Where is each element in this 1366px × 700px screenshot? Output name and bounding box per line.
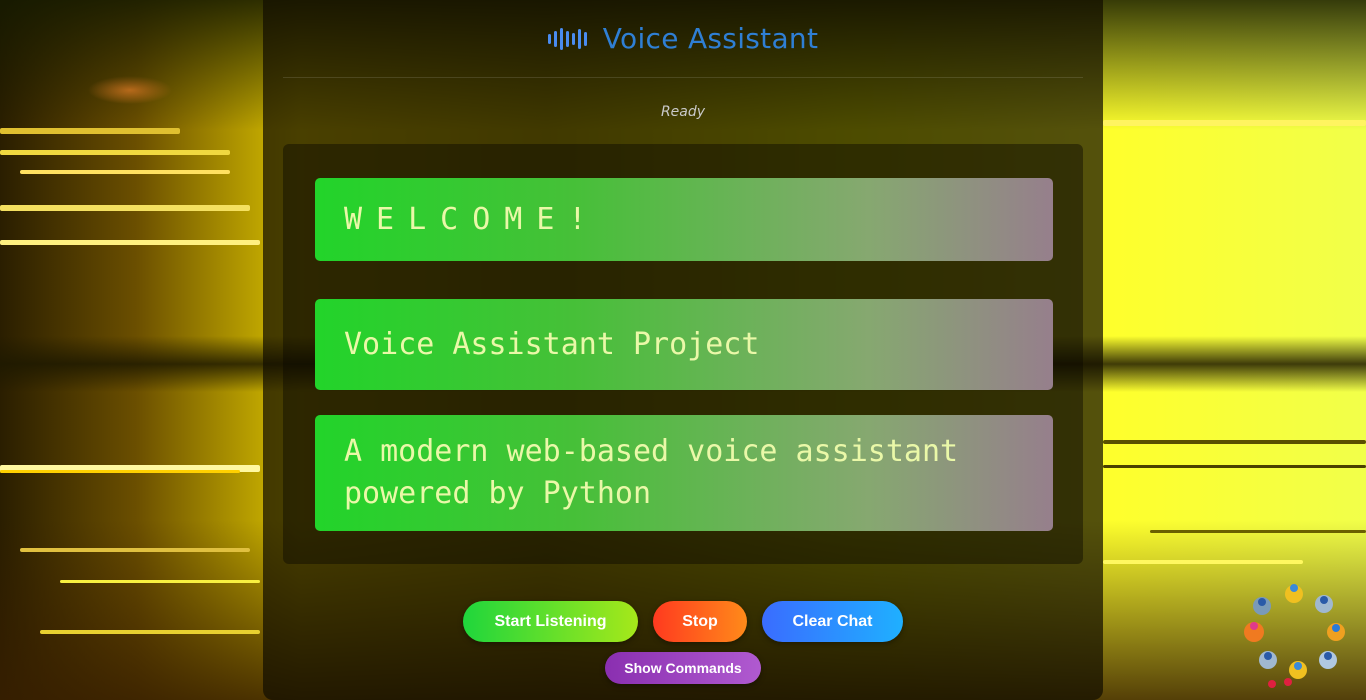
status-text: Ready bbox=[660, 104, 706, 120]
stop-button[interactable]: Stop bbox=[653, 601, 747, 642]
robots-ring-icon bbox=[1244, 584, 1345, 688]
start-listening-button[interactable]: Start Listening bbox=[463, 601, 638, 642]
sound-wave-icon bbox=[547, 27, 587, 51]
chat-message: Voice Assistant Project bbox=[315, 299, 1053, 390]
chat-message: WELCOME! bbox=[315, 178, 1053, 261]
show-commands-button[interactable]: Show Commands bbox=[605, 652, 761, 684]
clear-chat-button[interactable]: Clear Chat bbox=[762, 601, 903, 642]
chat-area[interactable]: WELCOME! Voice Assistant Project A moder… bbox=[283, 144, 1083, 564]
app-title: Voice Assistant bbox=[602, 22, 819, 55]
assistant-panel: Voice Assistant Ready WELCOME! Voice Ass… bbox=[263, 0, 1103, 700]
header: Voice Assistant bbox=[283, 0, 1083, 78]
chat-message: A modern web-based voice assistant power… bbox=[315, 415, 1053, 531]
